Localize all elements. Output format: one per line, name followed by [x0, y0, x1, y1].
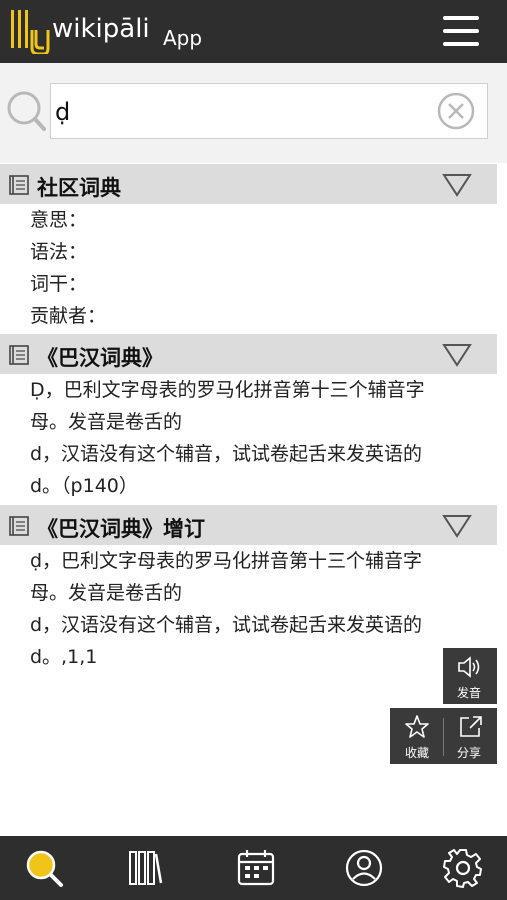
search-icon[interactable]: [24, 848, 64, 888]
share-icon: [460, 716, 482, 737]
chevron-down-icon[interactable]: [442, 172, 472, 198]
definition-line: d。,1,1: [30, 646, 98, 668]
field-contributor: 贡献者：: [30, 305, 107, 327]
field-meaning: 意思：: [30, 209, 88, 231]
definition-text: Ḍ，巴利文字母表的罗马化拼音第十三个辅音字 母。发音是卷舌的 d，汉语没有这个辅…: [30, 374, 480, 502]
book-icon: [9, 516, 29, 536]
search-row: [0, 63, 507, 163]
favorite-label: 收藏: [405, 746, 430, 760]
search-box: [50, 83, 488, 140]
definition-line: 母。发音是卷舌的: [30, 582, 183, 604]
share-button[interactable]: 分享: [444, 708, 497, 764]
definition-line: 母。发音是卷舌的: [30, 411, 183, 433]
field-stem: 词干：: [30, 273, 88, 295]
logo-app-label: App: [163, 26, 203, 50]
book-icon: [9, 345, 29, 365]
pronounce-label: 发音: [457, 686, 482, 700]
chevron-down-icon[interactable]: [442, 513, 472, 539]
app-header: wikipāli App: [0, 0, 507, 63]
definition-line: d，汉语没有这个辅音，试试卷起舌来发英语的: [30, 614, 423, 636]
wikipali-logo-icon: [11, 10, 50, 54]
logo-text: wikipāli: [52, 14, 150, 44]
search-icon[interactable]: [6, 90, 46, 132]
speaker-icon: [458, 656, 480, 678]
section-header-pali-chinese-dict-revised[interactable]: 《巴汉词典》增订: [0, 505, 497, 545]
bottom-nav-bar: [0, 836, 507, 900]
search-input[interactable]: [51, 84, 437, 140]
library-icon[interactable]: [125, 848, 165, 888]
definition-line: d，汉语没有这个辅音，试试卷起舌来发英语的: [30, 443, 423, 465]
definition-line: ḍ，巴利文字母表的罗马化拼音第十三个辅音字: [30, 550, 423, 572]
settings-icon[interactable]: [443, 848, 483, 888]
chevron-down-icon[interactable]: [442, 342, 472, 368]
field-grammar: 语法：: [30, 241, 88, 263]
definition-line: d。（p140）: [30, 475, 138, 497]
section-title: 社区词典: [37, 176, 121, 200]
share-label: 分享: [457, 746, 482, 760]
clear-search-icon[interactable]: [437, 92, 475, 130]
section-title: 《巴汉词典》增订: [37, 517, 205, 541]
calendar-icon[interactable]: [236, 848, 276, 888]
pronounce-button[interactable]: 发音: [443, 648, 497, 704]
favorite-button[interactable]: 收藏: [390, 708, 443, 764]
section-header-pali-chinese-dict[interactable]: 《巴汉词典》: [0, 334, 497, 374]
user-icon[interactable]: [344, 848, 384, 888]
hamburger-menu-icon[interactable]: [443, 14, 481, 48]
book-icon: [9, 175, 29, 195]
star-icon: [405, 715, 429, 738]
action-group: 收藏 分享: [390, 708, 497, 764]
definition-line: Ḍ，巴利文字母表的罗马化拼音第十三个辅音字: [30, 379, 425, 401]
section-title: 《巴汉词典》: [37, 346, 163, 370]
definition-text: ḍ，巴利文字母表的罗马化拼音第十三个辅音字 母。发音是卷舌的 d，汉语没有这个辅…: [30, 545, 480, 673]
section-header-community-dict[interactable]: 社区词典: [0, 164, 497, 204]
content-right-gutter: [497, 163, 507, 836]
